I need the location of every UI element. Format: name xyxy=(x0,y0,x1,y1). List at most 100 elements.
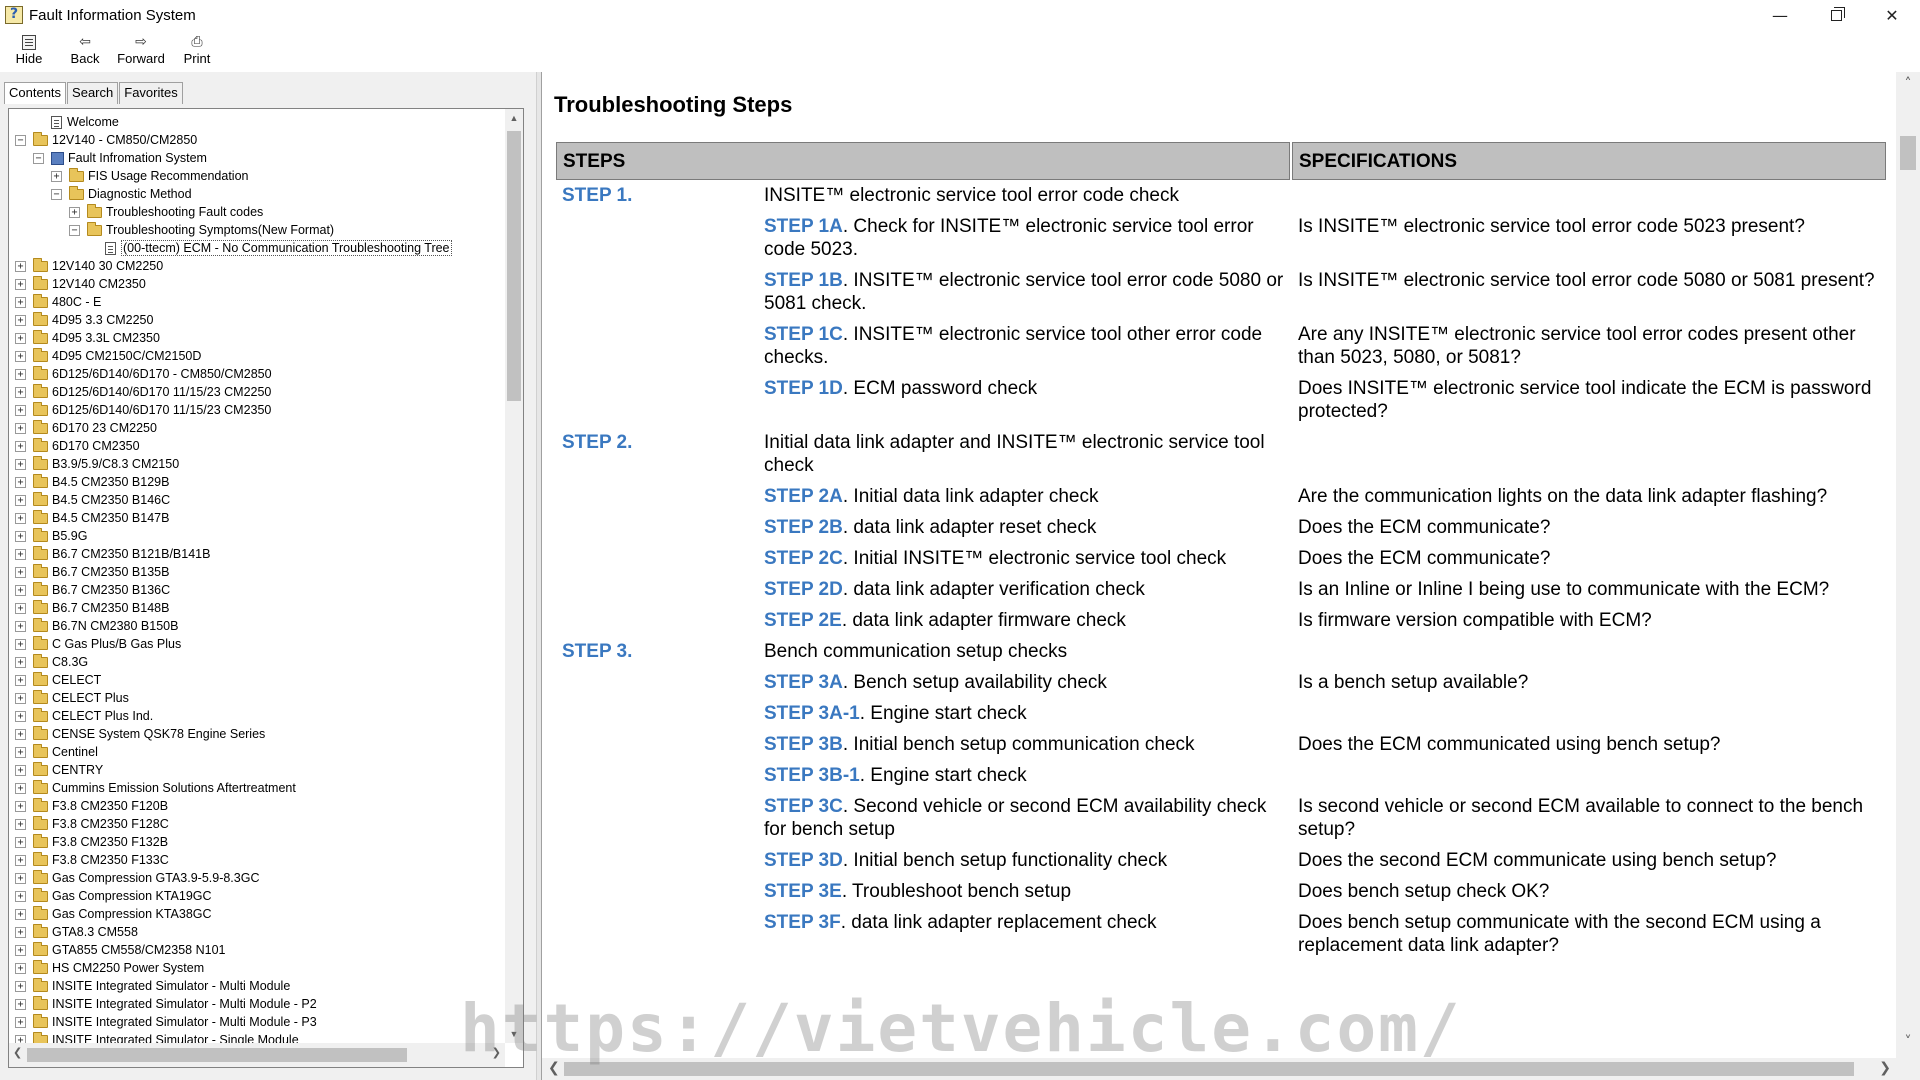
expand-icon[interactable]: + xyxy=(15,998,26,1010)
tree-item[interactable]: + B6.7 CM2350 B136C xyxy=(9,581,505,599)
expand-icon[interactable]: + xyxy=(15,710,26,722)
expand-icon[interactable]: + xyxy=(15,476,26,488)
expand-icon[interactable]: + xyxy=(15,458,26,470)
expand-icon[interactable]: + xyxy=(15,728,26,740)
tree-item[interactable]: + CENTRY xyxy=(9,761,505,779)
tree-item[interactable]: + HS CM2250 Power System xyxy=(9,959,505,977)
substep-link[interactable]: STEP 3A xyxy=(764,672,843,693)
expand-icon[interactable]: + xyxy=(15,368,26,380)
tree-item[interactable]: + B6.7 CM2350 B121B/B141B xyxy=(9,545,505,563)
tree-item[interactable]: +6D125/6D140/6D170 11/15/23 CM2350 xyxy=(9,401,505,419)
tree-item[interactable]: + INSITE Integrated Simulator - Single Mo… xyxy=(9,1031,505,1043)
expand-icon[interactable]: + xyxy=(15,638,26,650)
tree-item[interactable]: +6D125/6D140/6D170 - CM850/CM2850 xyxy=(9,365,505,383)
tree-item[interactable]: +12V140 CM2350 xyxy=(9,275,505,293)
tree-item[interactable]: + B6.7N CM2380 B150B xyxy=(9,617,505,635)
tree-item[interactable]: +4D95 CM2150C/CM2150D xyxy=(9,347,505,365)
tree-item[interactable]: Welcome xyxy=(9,113,505,131)
tab-favorites[interactable]: Favorites xyxy=(119,82,183,104)
substep-link[interactable]: STEP 1A xyxy=(764,216,843,237)
substep-link[interactable]: STEP 1D xyxy=(764,378,843,399)
expand-icon[interactable]: + xyxy=(15,782,26,794)
tree-item[interactable]: +6D170 23 CM2250 xyxy=(9,419,505,437)
substep-link[interactable]: STEP 3B xyxy=(764,734,843,755)
expand-icon[interactable]: + xyxy=(15,926,26,938)
expand-icon[interactable]: + xyxy=(15,872,26,884)
tree-item[interactable]: + B3.9/5.9/C8.3 CM2150 xyxy=(9,455,505,473)
expand-icon[interactable]: + xyxy=(15,296,26,308)
tree-item[interactable]: + F3.8 CM2350 F128C xyxy=(9,815,505,833)
substep-link[interactable]: STEP 1B xyxy=(764,270,843,291)
expand-icon[interactable]: + xyxy=(15,1016,26,1028)
scroll-thumb[interactable] xyxy=(27,1048,407,1062)
expand-icon[interactable]: + xyxy=(15,854,26,866)
substep-link[interactable]: STEP 3D xyxy=(764,850,843,871)
tree-horizontal-scrollbar[interactable]: ❮ ❯ xyxy=(9,1043,505,1067)
scroll-up-icon[interactable]: ˄ xyxy=(1896,72,1920,96)
substep-link[interactable]: STEP 3E xyxy=(764,881,842,902)
content-vertical-scrollbar[interactable]: ˄ ˅ xyxy=(1896,72,1920,1080)
expand-icon[interactable]: + xyxy=(15,764,26,776)
tree-item[interactable]: + B5.9G xyxy=(9,527,505,545)
scroll-right-icon[interactable]: ❯ xyxy=(492,1046,501,1059)
tree-item[interactable]: + FIS Usage Recommendation xyxy=(9,167,505,185)
back-button[interactable]: ⇦ Back xyxy=(62,30,108,66)
content-horizontal-scrollbar[interactable]: ❮ ❯ xyxy=(542,1058,1897,1080)
tree-item[interactable]: +6D170 CM2350 xyxy=(9,437,505,455)
expand-icon[interactable]: + xyxy=(15,332,26,344)
tree-item[interactable]: + CELECT Plus Ind. xyxy=(9,707,505,725)
maximize-button[interactable] xyxy=(1808,0,1864,30)
expand-icon[interactable]: + xyxy=(15,530,26,542)
tree-item[interactable]: + B4.5 CM2350 B147B xyxy=(9,509,505,527)
tree-item[interactable]: + F3.8 CM2350 F133C xyxy=(9,851,505,869)
substep-link[interactable]: STEP 2A xyxy=(764,486,843,507)
tree-vertical-scrollbar[interactable]: ▲ ▼ xyxy=(505,109,523,1043)
tree-item[interactable]: + GTA855 CM558/CM2358 N101 xyxy=(9,941,505,959)
expand-icon[interactable]: + xyxy=(15,890,26,902)
scroll-thumb[interactable] xyxy=(1900,136,1916,170)
expand-icon[interactable]: + xyxy=(15,692,26,704)
tree-item[interactable]: − Diagnostic Method xyxy=(9,185,505,203)
tree-item[interactable]: + INSITE Integrated Simulator - Multi Mod… xyxy=(9,995,505,1013)
expand-icon[interactable]: + xyxy=(15,944,26,956)
expand-icon[interactable]: + xyxy=(15,278,26,290)
tree-item[interactable]: + GTA8.3 CM558 xyxy=(9,923,505,941)
substep-link[interactable]: STEP 2B xyxy=(764,517,843,538)
tree-item[interactable]: + C8.3G xyxy=(9,653,505,671)
tree-item[interactable]: + B4.5 CM2350 B129B xyxy=(9,473,505,491)
scroll-down-icon[interactable]: ▼ xyxy=(505,1025,523,1043)
print-button[interactable]: ⎙ Print xyxy=(174,30,220,66)
tree-item[interactable]: + Troubleshooting Fault codes xyxy=(9,203,505,221)
scroll-thumb[interactable] xyxy=(507,131,521,401)
substep-link[interactable]: STEP 3A-1 xyxy=(764,703,860,724)
tree-item[interactable]: + INSITE Integrated Simulator - Multi Mod… xyxy=(9,977,505,995)
tree-item[interactable]: + Gas Compression GTA3.9-5.9-8.3GC xyxy=(9,869,505,887)
expand-icon[interactable]: + xyxy=(15,602,26,614)
scroll-left-icon[interactable]: ❮ xyxy=(548,1060,560,1076)
substep-link[interactable]: STEP 2E xyxy=(764,610,842,631)
tree-item[interactable]: − Fault Infromation System xyxy=(9,149,505,167)
tree-item[interactable]: + F3.8 CM2350 F132B xyxy=(9,833,505,851)
collapse-icon[interactable]: − xyxy=(33,152,44,164)
expand-icon[interactable]: + xyxy=(15,818,26,830)
expand-icon[interactable]: + xyxy=(15,836,26,848)
expand-icon[interactable]: + xyxy=(15,440,26,452)
scroll-down-icon[interactable]: ˅ xyxy=(1896,1030,1920,1054)
tree-item[interactable]: + CELECT Plus xyxy=(9,689,505,707)
expand-icon[interactable]: + xyxy=(15,1034,26,1043)
tree-item[interactable]: + CENSE System QSK78 Engine Series xyxy=(9,725,505,743)
tree-item[interactable]: + Centinel xyxy=(9,743,505,761)
expand-icon[interactable]: + xyxy=(15,620,26,632)
scroll-right-icon[interactable]: ❯ xyxy=(1879,1060,1891,1076)
hide-button[interactable]: Hide xyxy=(6,30,52,66)
substep-link[interactable]: STEP 3C xyxy=(764,796,843,817)
tree-item[interactable]: + F3.8 CM2350 F120B xyxy=(9,797,505,815)
expand-icon[interactable]: + xyxy=(15,494,26,506)
tree-item[interactable]: − Troubleshooting Symptoms(New Format) xyxy=(9,221,505,239)
expand-icon[interactable]: + xyxy=(15,314,26,326)
tree-item[interactable]: +12V140 30 CM2250 xyxy=(9,257,505,275)
tab-search[interactable]: Search xyxy=(67,82,119,104)
expand-icon[interactable]: + xyxy=(15,674,26,686)
expand-icon[interactable]: + xyxy=(15,350,26,362)
tree-item[interactable]: +480C - E xyxy=(9,293,505,311)
